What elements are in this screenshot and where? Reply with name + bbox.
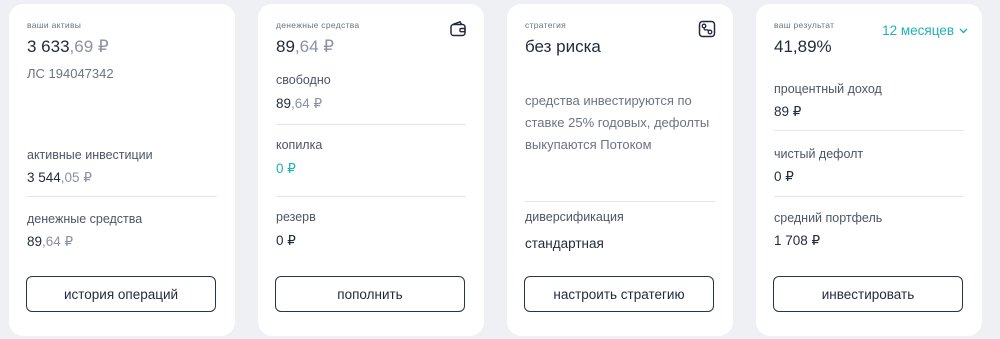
strategy-card: стратегия без риска средства инвестируют… xyxy=(507,4,733,336)
invest-button[interactable]: инвестировать xyxy=(773,276,963,312)
dashboard-cards: ваши активы 3 633,69 ₽ ЛС 194047342 акти… xyxy=(0,0,1000,339)
free-value: 89,64 ₽ xyxy=(276,96,323,111)
period-selector[interactable]: 12 месяцев xyxy=(882,23,968,38)
wallet-icon[interactable] xyxy=(449,20,467,38)
divider xyxy=(525,201,715,202)
reserve-value: 0 ₽ xyxy=(276,233,296,248)
divider xyxy=(27,196,217,197)
divider xyxy=(774,196,964,197)
free-label: свободно xyxy=(276,73,331,87)
assets-total: 3 633,69 ₽ xyxy=(27,37,109,56)
cash-total: 89,64 ₽ xyxy=(276,37,335,56)
active-investments-value: 3 544,05 ₽ xyxy=(27,170,92,185)
interest-value: 89 ₽ xyxy=(774,104,802,119)
assets-card: ваши активы 3 633,69 ₽ ЛС 194047342 акти… xyxy=(9,4,235,336)
assets-caption: ваши активы xyxy=(27,20,82,30)
divider xyxy=(276,124,466,125)
strategy-name: без риска xyxy=(525,37,601,56)
piggy-value: 0 ₽ xyxy=(276,161,296,176)
divider xyxy=(276,196,466,197)
configure-strategy-button[interactable]: настроить стратегию xyxy=(524,276,714,312)
strategy-icon[interactable] xyxy=(698,20,716,38)
diversification-value: стандартная xyxy=(525,236,604,251)
strategy-caption: стратегия xyxy=(525,20,567,30)
result-value: 41,89% xyxy=(774,37,832,56)
default-label: чистый дефолт xyxy=(774,147,864,161)
cash-card: денежные средства 89,64 ₽ свободно 89,64… xyxy=(258,4,484,336)
strategy-description: средства инвестируются по ставке 25% год… xyxy=(525,93,710,152)
account-number: ЛС 194047342 xyxy=(27,66,114,81)
period-label: 12 месяцев xyxy=(882,23,954,38)
portfolio-label: средний портфель xyxy=(774,211,883,225)
result-card: ваш результат 12 месяцев 41,89% процентн… xyxy=(756,4,982,336)
cash-caption: денежные средства xyxy=(276,20,360,30)
cash-value: 89,64 ₽ xyxy=(27,234,74,249)
piggy-label: копилка xyxy=(276,138,323,152)
reserve-label: резерв xyxy=(276,210,316,224)
interest-label: процентный доход xyxy=(774,82,882,96)
active-investments-label: активные инвестиции xyxy=(27,148,153,162)
operations-history-button[interactable]: история операций xyxy=(26,276,216,312)
portfolio-value: 1 708 ₽ xyxy=(774,233,821,248)
top-up-button[interactable]: пополнить xyxy=(275,276,465,312)
diversification-label: диверсификация xyxy=(525,210,624,224)
cash-label: денежные средства xyxy=(27,212,143,226)
result-caption: ваш результат xyxy=(774,20,835,30)
divider xyxy=(774,130,964,131)
default-value: 0 ₽ xyxy=(774,169,794,184)
chevron-down-icon xyxy=(959,28,968,33)
